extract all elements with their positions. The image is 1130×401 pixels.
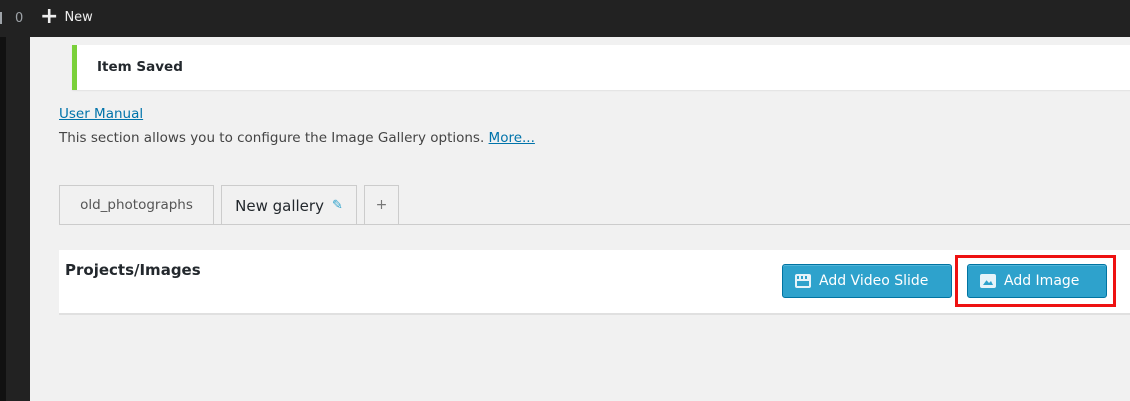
tab-label: + bbox=[375, 197, 388, 213]
tab-old-photographs[interactable]: old_photographs bbox=[59, 185, 214, 224]
add-tab-button[interactable]: + bbox=[364, 185, 399, 224]
tab-label: New gallery bbox=[235, 196, 324, 215]
image-icon bbox=[980, 274, 996, 288]
tab-label: old_photographs bbox=[80, 197, 193, 213]
panel-title: Projects/Images bbox=[65, 261, 201, 279]
sidebar-edge bbox=[0, 37, 6, 401]
pencil-icon[interactable]: ✎ bbox=[332, 198, 343, 213]
plus-icon: + bbox=[40, 4, 59, 29]
button-label: Add Image bbox=[1004, 273, 1080, 289]
projects-panel: Projects/Images Add Video Slide Add Imag… bbox=[59, 250, 1130, 315]
comment-count[interactable]: 0 bbox=[15, 11, 23, 26]
video-icon bbox=[795, 274, 811, 288]
tabs-divider bbox=[59, 224, 1130, 225]
notice-text: Item Saved bbox=[97, 59, 183, 75]
separator bbox=[0, 12, 2, 24]
user-manual-link[interactable]: User Manual bbox=[59, 106, 143, 122]
saved-notice: Item Saved bbox=[72, 45, 1130, 90]
more-link[interactable]: More... bbox=[489, 130, 535, 146]
admin-bar: 0 + New bbox=[0, 0, 1130, 37]
admin-sidebar bbox=[0, 37, 30, 401]
description-text: This section allows you to configure the… bbox=[59, 130, 485, 146]
tab-new-gallery[interactable]: New gallery ✎ bbox=[221, 185, 357, 225]
add-image-button[interactable]: Add Image bbox=[967, 264, 1107, 298]
add-video-slide-button[interactable]: Add Video Slide bbox=[782, 264, 952, 298]
button-label: Add Video Slide bbox=[819, 273, 929, 289]
new-label: New bbox=[64, 9, 93, 25]
section-description: This section allows you to configure the… bbox=[59, 130, 535, 146]
new-content-button[interactable]: + New bbox=[40, 4, 93, 29]
